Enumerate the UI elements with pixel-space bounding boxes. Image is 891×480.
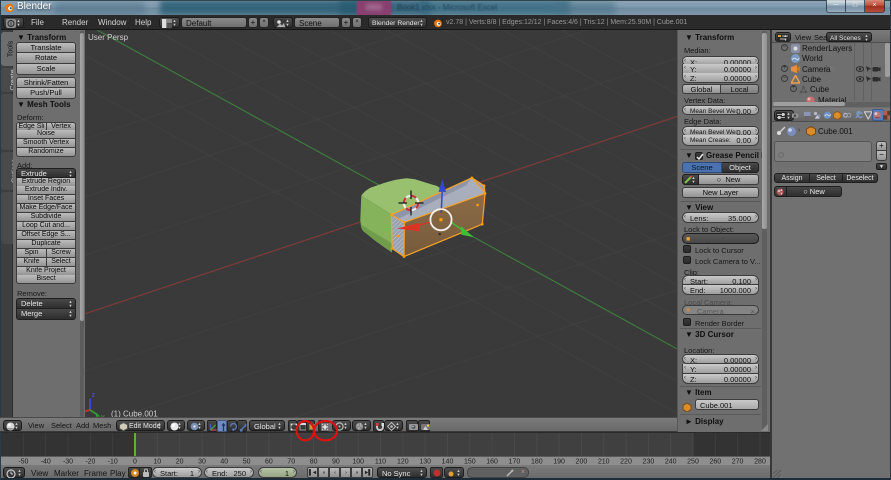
svg-text:(1) Cube.001: (1) Cube.001: [111, 410, 158, 418]
svg-text:z: z: [92, 392, 96, 399]
svg-text:User Persp: User Persp: [88, 33, 129, 42]
